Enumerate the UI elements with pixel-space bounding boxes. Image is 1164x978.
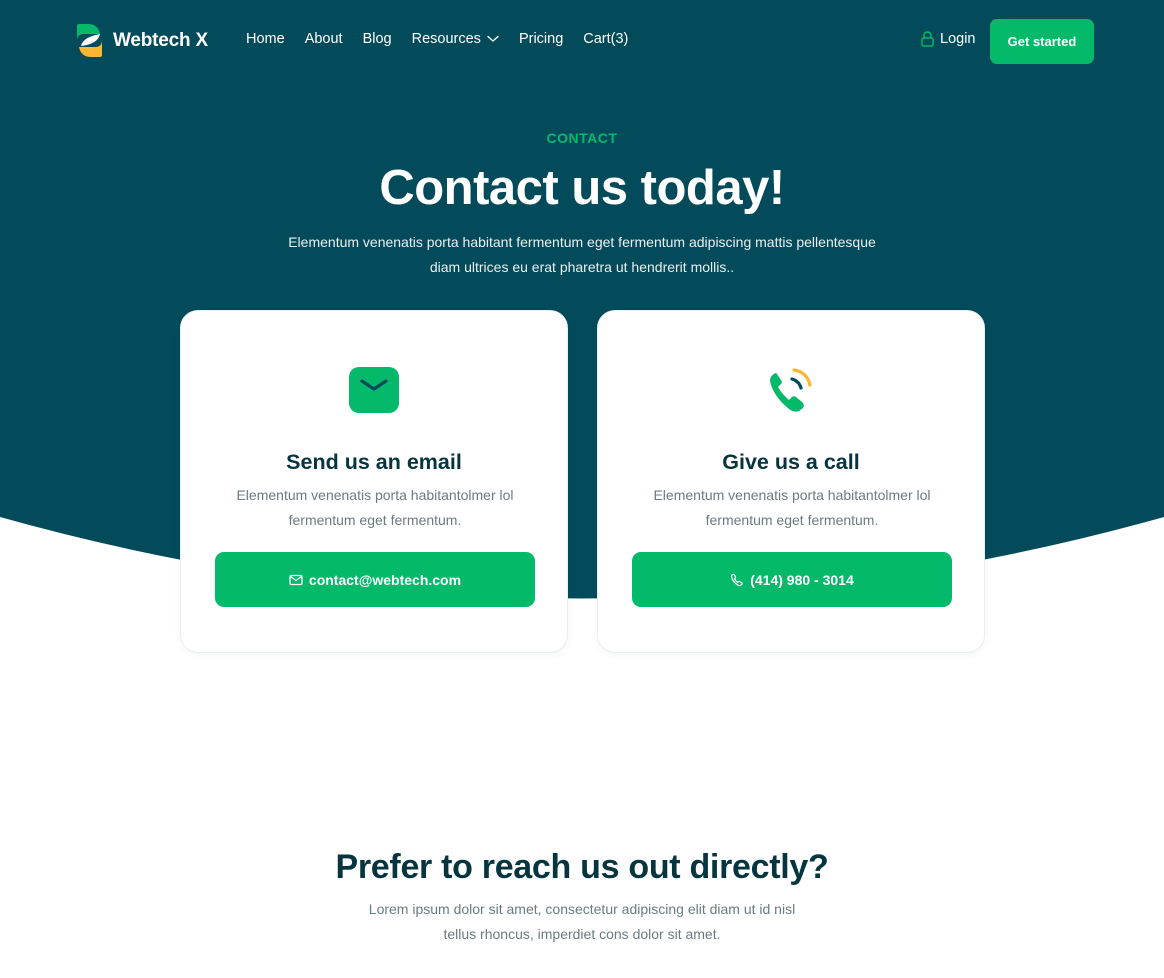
direct-contact-subtitle: Lorem ipsum dolor sit amet, consectetur … [368,901,796,942]
nav-link-about[interactable]: About [305,31,343,47]
nav-link-cart[interactable]: Cart(3) [583,31,628,47]
logo[interactable]: Webtech X [74,24,208,57]
hero-subtitle: Elementum venenatis porta habitant ferme… [288,234,876,275]
nav-link-pricing[interactable]: Pricing [519,31,563,47]
phone-number: (414) 980 - 3014 [750,571,854,588]
card-title: Send us an email [286,450,462,474]
nav-link-label: Home [246,31,285,47]
brand-name: Webtech X [113,29,208,51]
card-title: Give us a call [722,450,860,474]
nav-link-label: Blog [362,31,392,47]
nav-link-label: Pricing [518,31,564,47]
direct-contact-title: Prefer to reach us out directly? [335,848,829,886]
chevron-down-icon [487,35,499,42]
email-card: Send us an email Elementum venenatis por… [180,310,568,653]
nav-link-resources[interactable]: Resources [412,31,499,47]
envelope-icon [349,367,399,413]
login-label: Login [940,31,976,47]
phone-call-icon [770,368,812,412]
nav-link-home[interactable]: Home [246,31,285,47]
nav-links: Home About Blog Resources Pricing Cart(3… [246,31,628,47]
card-text: Elementum venenatis porta habitantolmer … [653,487,931,528]
email-button[interactable]: contact@webtech.com [215,552,535,607]
phone-icon [731,573,743,586]
login-link[interactable]: Login [921,31,975,47]
hero-background [0,0,1164,599]
nav-link-label: Cart(3) [583,31,629,47]
page-title: Contact us today! [379,161,785,215]
leaf-logo-icon [77,24,102,57]
nav-link-blog[interactable]: Blog [363,31,392,47]
card-text: Elementum venenatis porta habitantolmer … [236,487,514,528]
lock-icon [921,31,934,47]
nav-link-label: Resources [411,31,481,47]
call-card: Give us a call Elementum venenatis porta… [597,310,985,653]
email-address: contact@webtech.com [308,571,462,588]
section-eyebrow: CONTACT [546,130,618,146]
mail-icon [289,574,303,585]
navbar: Webtech X Home About Blog Resources Pric… [0,0,1164,82]
get-started-button[interactable]: Get started [990,19,1094,64]
card-icon-wrap [181,366,567,414]
card-icon-wrap [598,366,984,416]
nav-link-label: About [304,31,343,47]
phone-button[interactable]: (414) 980 - 3014 [632,552,952,607]
